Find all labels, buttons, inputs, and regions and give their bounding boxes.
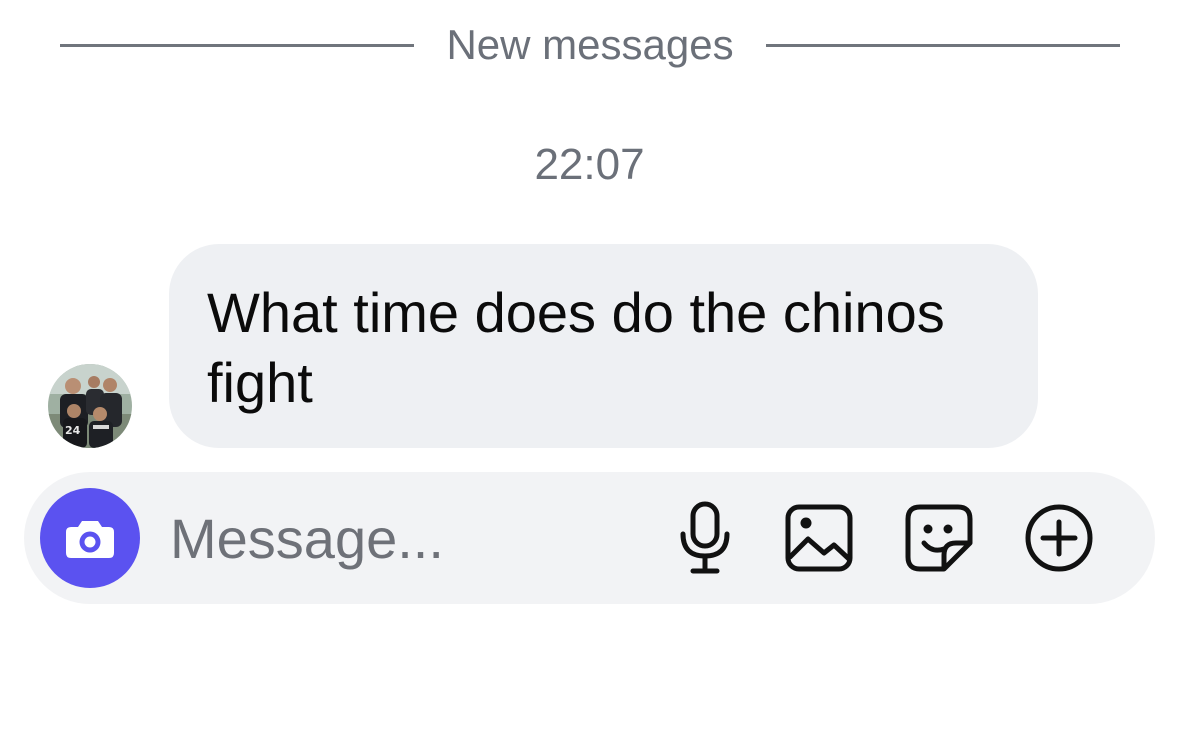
message-timestamp: 22:07 xyxy=(534,140,645,189)
camera-icon xyxy=(66,521,114,558)
gallery-button[interactable] xyxy=(779,498,859,578)
svg-text:24: 24 xyxy=(65,424,81,437)
incoming-message-bubble[interactable]: What time does do the chinos fight xyxy=(169,244,1038,448)
sticker-icon xyxy=(905,504,973,572)
divider-line-left xyxy=(60,43,415,47)
message-input[interactable] xyxy=(170,496,610,580)
sticker-button[interactable] xyxy=(899,498,979,578)
more-options-button[interactable] xyxy=(1019,498,1099,578)
new-messages-divider: New messages xyxy=(60,18,1121,72)
gallery-icon xyxy=(785,504,853,572)
voice-message-button[interactable] xyxy=(665,498,745,578)
chat-screen: New messages 22:07 24 What time does do … xyxy=(0,0,1179,730)
plus-icon xyxy=(1025,504,1093,572)
avatar-photo: 24 xyxy=(48,364,132,448)
microphone-icon xyxy=(680,501,730,574)
divider-line-right xyxy=(765,43,1121,47)
sender-avatar[interactable]: 24 xyxy=(48,364,132,448)
message-composer xyxy=(24,472,1155,604)
message-text: What time does do the chinos fight xyxy=(207,281,945,414)
divider-label: New messages xyxy=(446,21,734,68)
camera-button[interactable] xyxy=(40,488,140,588)
